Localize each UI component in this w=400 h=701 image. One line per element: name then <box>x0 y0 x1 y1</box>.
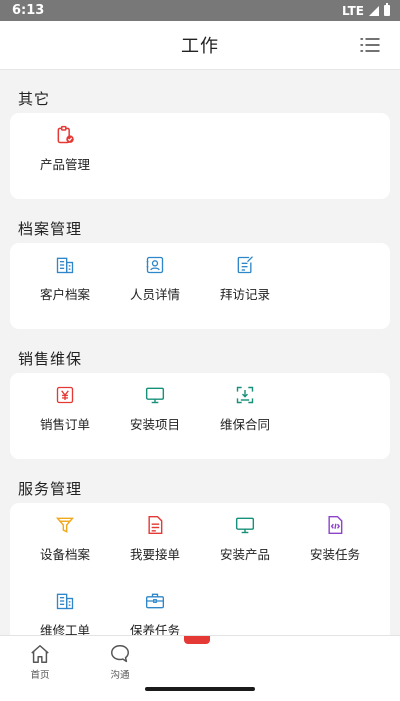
work-icon <box>184 636 210 644</box>
work-content[interactable]: 其它 产品管理 档案管理 客户档案 人员详情 拜访记录 销售维保 销售订单 安装… <box>0 70 400 635</box>
monitor-icon <box>235 517 255 534</box>
grid-item-equipment-archive[interactable]: 设备档案 <box>20 503 110 563</box>
section-card-archives: 客户档案 人员详情 拜访记录 <box>10 243 390 329</box>
section-title-other: 其它 <box>18 90 51 108</box>
grid-item-label: 产品管理 <box>39 157 90 172</box>
signal-icon <box>369 5 379 16</box>
yen-order-icon <box>56 386 74 404</box>
section-card-other: 产品管理 <box>10 113 390 199</box>
grid-item-repair-order[interactable]: 维修工单 <box>20 579 110 635</box>
grid-item-customer-archive[interactable]: 客户档案 <box>20 243 110 303</box>
code-file-icon <box>328 515 343 535</box>
battery-icon <box>384 3 390 16</box>
clipboard-check-icon <box>57 125 74 144</box>
grid-item-label: 维保合同 <box>219 417 270 432</box>
list-menu-icon[interactable] <box>360 36 380 54</box>
home-icon <box>31 645 49 663</box>
section-title-sales-maintenance: 销售维保 <box>18 350 83 368</box>
status-time: 6:13 <box>12 3 45 18</box>
home-indicator <box>145 687 255 691</box>
scan-download-icon <box>236 386 254 404</box>
bottom-tab-bar: 首页 沟通 <box>0 635 400 701</box>
grid-item-label: 保养任务 <box>129 623 180 635</box>
section-title-service-management: 服务管理 <box>18 480 83 498</box>
status-bar: 6:13 LTE <box>0 0 400 21</box>
building-icon <box>56 593 74 610</box>
grid-item-installation-project[interactable]: 安装项目 <box>110 373 200 433</box>
grid-item-accept-order[interactable]: 我要接单 <box>110 503 200 563</box>
grid-item-label: 人员详情 <box>129 287 180 302</box>
section-card-service-management: 设备档案 我要接单 安装产品 安装任务 维修工单 保养任务 <box>10 503 390 635</box>
grid-item-maintenance-contract[interactable]: 维保合同 <box>200 373 290 433</box>
app-header: 工作 <box>0 21 400 70</box>
grid-item-sales-order[interactable]: 销售订单 <box>20 373 110 433</box>
grid-item-label: 拜访记录 <box>219 287 270 302</box>
grid-item-label: 安装产品 <box>219 547 270 562</box>
grid-item-label: 设备档案 <box>39 547 90 562</box>
tab-work[interactable] <box>162 636 232 684</box>
monitor-icon <box>145 387 165 404</box>
grid-item-install-task[interactable]: 安装任务 <box>290 503 380 563</box>
tab-label: 首页 <box>30 670 50 681</box>
grid-item-maintenance-task[interactable]: 保养任务 <box>110 579 200 635</box>
toolbox-icon <box>146 593 164 609</box>
grid-item-label: 我要接单 <box>129 547 180 562</box>
status-icons: LTE <box>341 3 390 18</box>
funnel-icon <box>55 517 75 533</box>
grid-item-label: 销售订单 <box>39 417 90 432</box>
building-icon <box>56 257 74 274</box>
chat-bubble-icon <box>111 645 129 663</box>
grid-item-visit-records[interactable]: 拜访记录 <box>200 243 290 303</box>
grid-item-label: 安装项目 <box>129 417 180 432</box>
grid-item-label: 安装任务 <box>309 547 360 562</box>
section-card-sales-maintenance: 销售订单 安装项目 维保合同 <box>10 373 390 459</box>
grid-item-label: 客户档案 <box>39 287 90 302</box>
note-edit-icon <box>237 256 253 274</box>
tab-communication[interactable]: 沟通 <box>85 636 155 684</box>
contact-card-icon <box>146 256 164 274</box>
page-title: 工作 <box>181 36 219 57</box>
section-title-archives: 档案管理 <box>18 220 83 238</box>
tab-home[interactable]: 首页 <box>5 636 75 684</box>
grid-item-product-management[interactable]: 产品管理 <box>20 113 110 173</box>
network-label: LTE <box>341 3 364 18</box>
document-icon <box>148 515 163 535</box>
grid-item-label: 维修工单 <box>39 623 90 635</box>
tab-label: 沟通 <box>110 670 130 681</box>
grid-item-personnel-details[interactable]: 人员详情 <box>110 243 200 303</box>
grid-item-install-product[interactable]: 安装产品 <box>200 503 290 563</box>
